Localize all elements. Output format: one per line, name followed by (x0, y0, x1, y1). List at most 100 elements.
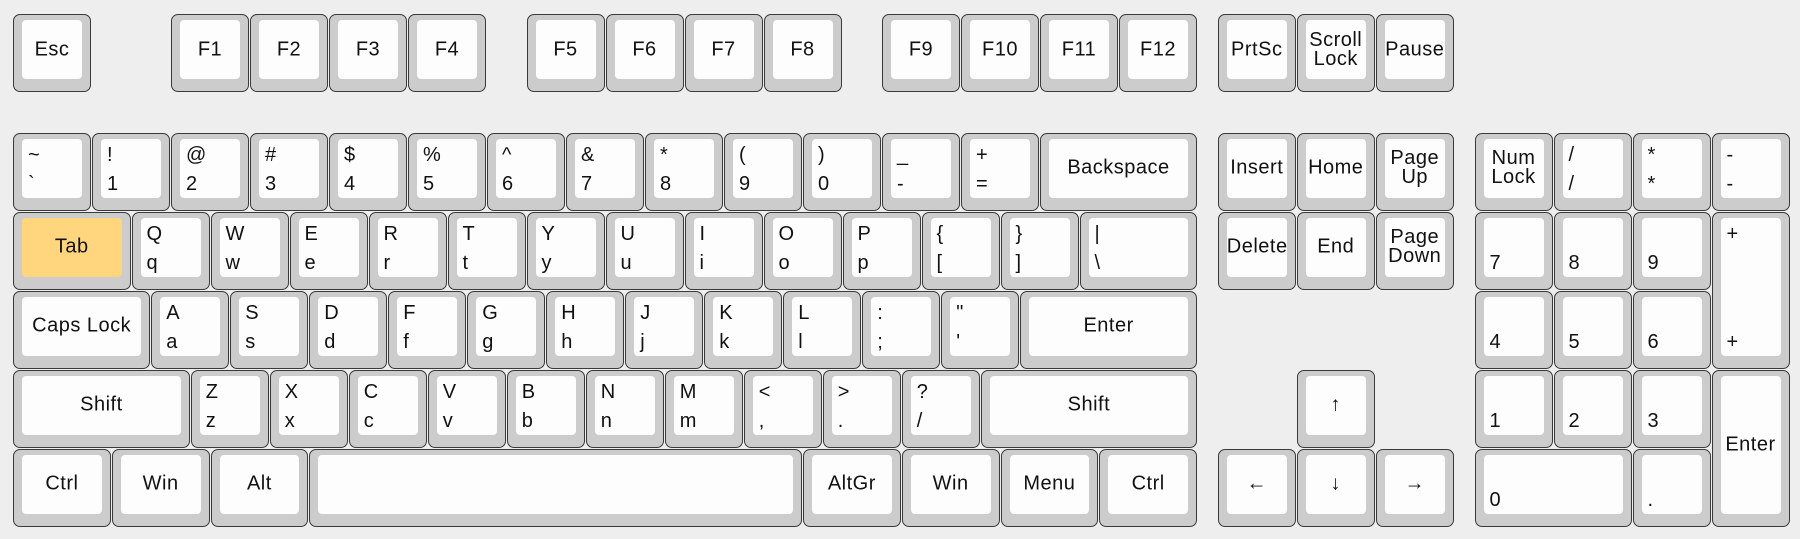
key-page-up[interactable]: Page Up (1375, 132, 1454, 211)
key-1[interactable]: ! 1 (92, 132, 170, 211)
key-space[interactable] (309, 448, 802, 527)
key-symbol[interactable]: >. (822, 369, 901, 448)
key-c[interactable]: Cc (348, 369, 427, 448)
key-2[interactable]: @2 (171, 132, 249, 211)
key-3[interactable]: 3 (1632, 369, 1711, 448)
key-6[interactable]: 6 (1632, 290, 1711, 369)
key-v[interactable]: Vv (427, 369, 506, 448)
key-symbol[interactable]: + = (961, 132, 1039, 211)
key-3[interactable]: #3 (250, 132, 328, 211)
key-8[interactable]: * 8 (645, 132, 723, 211)
key-end[interactable]: End (1296, 211, 1375, 290)
key-home[interactable]: Home (1296, 132, 1375, 211)
key-ctrl[interactable]: Ctrl (13, 448, 111, 527)
key-r[interactable]: Rr (368, 211, 447, 290)
key-esc[interactable]: Esc (13, 14, 91, 92)
key-f8[interactable]: F8 (763, 14, 842, 92)
key-6[interactable]: ^ 6 (487, 132, 565, 211)
key-shift[interactable]: Shift (13, 369, 190, 448)
key-k86[interactable]: ↑ (1296, 369, 1375, 448)
key-symbol[interactable]: . (1632, 448, 1711, 527)
key-symbol[interactable]: ~ ` (13, 132, 91, 211)
key-4[interactable]: 4 (1474, 290, 1553, 369)
key-f[interactable]: Ff (388, 290, 467, 369)
key-symbol[interactable]: <, (743, 369, 822, 448)
key-f7[interactable]: F7 (684, 14, 763, 92)
key-win[interactable]: Win (111, 448, 210, 527)
key-symbol[interactable]: {[ (921, 211, 1000, 290)
key-shift[interactable]: Shift (980, 369, 1197, 448)
key-ctrl[interactable]: Ctrl (1099, 448, 1197, 527)
key-symbol[interactable]: _ - (882, 132, 960, 211)
key-i[interactable]: Ii (684, 211, 763, 290)
key-k[interactable]: Kk (704, 290, 783, 369)
key-q[interactable]: Qq (131, 211, 210, 290)
key-symbol[interactable]: :; (862, 290, 941, 369)
key-symbol[interactable]: }] (1000, 211, 1079, 290)
key-f5[interactable]: F5 (526, 14, 605, 92)
key-j[interactable]: Jj (625, 290, 704, 369)
key-symbol[interactable]: ? / (901, 369, 980, 448)
key-f10[interactable]: F10 (961, 14, 1039, 92)
key-num-lock[interactable]: Num Lock (1474, 132, 1553, 211)
key-caps-lock[interactable]: Caps Lock (13, 290, 151, 369)
key-7[interactable]: 7 (1474, 211, 1553, 290)
key-l[interactable]: Ll (783, 290, 862, 369)
key-n[interactable]: Nn (585, 369, 664, 448)
key-x[interactable]: Xx (269, 369, 348, 448)
key-f6[interactable]: F6 (605, 14, 684, 92)
key-z[interactable]: Zz (190, 369, 269, 448)
key-t[interactable]: Tt (447, 211, 526, 290)
key-f9[interactable]: F9 (882, 14, 960, 92)
key-u[interactable]: Uu (605, 211, 684, 290)
key-w[interactable]: Ww (210, 211, 289, 290)
key-pause[interactable]: Pause (1375, 14, 1454, 92)
key-a[interactable]: Aa (151, 290, 230, 369)
key-f3[interactable]: F3 (329, 14, 407, 92)
key-8[interactable]: 8 (1553, 211, 1632, 290)
key-prtsc[interactable]: PrtSc (1217, 14, 1296, 92)
key-delete[interactable]: Delete (1217, 211, 1296, 290)
key-0[interactable]: 0 (1474, 448, 1632, 527)
key-k99[interactable]: ← (1217, 448, 1296, 527)
key-f2[interactable]: F2 (250, 14, 328, 92)
key-f11[interactable]: F11 (1040, 14, 1118, 92)
key-e[interactable]: Ee (289, 211, 368, 290)
key-9[interactable]: 9 (1632, 211, 1711, 290)
key-altgr[interactable]: AltGr (803, 448, 901, 527)
key-g[interactable]: Gg (467, 290, 546, 369)
key-4[interactable]: $4 (329, 132, 407, 211)
key-k100[interactable]: ↓ (1296, 448, 1375, 527)
key-tab[interactable]: Tab (13, 211, 131, 290)
key-9[interactable]: (9 (724, 132, 802, 211)
key-o[interactable]: Oo (763, 211, 842, 290)
key-insert[interactable]: Insert (1217, 132, 1296, 211)
key-0[interactable]: ) 0 (803, 132, 881, 211)
key-backspace[interactable]: Backspace (1040, 132, 1197, 211)
key-page-down[interactable]: Page Down (1375, 211, 1454, 290)
key-y[interactable]: Yy (526, 211, 605, 290)
key-enter[interactable]: Enter (1711, 369, 1790, 527)
key-m[interactable]: Mm (664, 369, 743, 448)
key-win[interactable]: Win (901, 448, 1000, 527)
key-7[interactable]: & 7 (566, 132, 644, 211)
key-f1[interactable]: F1 (171, 14, 249, 92)
key-menu[interactable]: Menu (1000, 448, 1099, 527)
key-alt[interactable]: Alt (210, 448, 309, 527)
key-scroll-lock[interactable]: Scroll Lock (1296, 14, 1375, 92)
key-symbol[interactable]: * * (1632, 132, 1711, 211)
key-f12[interactable]: F12 (1119, 14, 1197, 92)
key-symbol[interactable]: " ' (941, 290, 1020, 369)
key-s[interactable]: Ss (230, 290, 309, 369)
key-d[interactable]: Dd (309, 290, 388, 369)
key-1[interactable]: 1 (1474, 369, 1553, 448)
key-enter[interactable]: Enter (1020, 290, 1197, 369)
key-5[interactable]: 5 (1553, 290, 1632, 369)
key-symbol[interactable]: | \ (1079, 211, 1197, 290)
key-symbol[interactable]: + + (1711, 211, 1790, 369)
key-f4[interactable]: F4 (408, 14, 486, 92)
key-p[interactable]: Pp (842, 211, 921, 290)
key-2[interactable]: 2 (1553, 369, 1632, 448)
key-symbol[interactable]: / / (1553, 132, 1632, 211)
key-b[interactable]: Bb (506, 369, 585, 448)
